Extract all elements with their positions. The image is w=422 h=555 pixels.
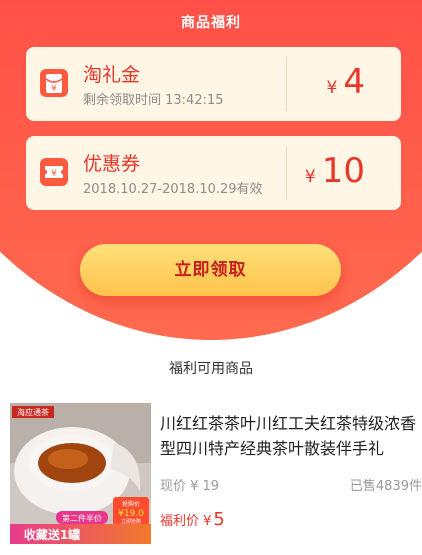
claim-button[interactable]: 立即领取 <box>80 244 341 296</box>
current-price: 现价 ¥ 19 <box>160 479 220 494</box>
coupon-page: 商品福利 ¥ 淘礼金 剩余领取时间 13:42:15 ¥4 ¥ 优惠券 2018… <box>0 0 422 555</box>
card-divider <box>286 57 287 111</box>
coupon-card[interactable]: ¥ 优惠券 2018.10.27-2018.10.29有效 ¥10 <box>26 136 401 210</box>
ticket-icon: ¥ <box>40 158 68 186</box>
amount-value: 10 <box>321 151 365 191</box>
red-envelope-icon: ¥ <box>40 69 68 97</box>
card-divider <box>286 146 287 200</box>
thumb-promo-price: ¥19.0 <box>118 509 144 519</box>
sold-count: 已售4839件 <box>349 479 422 494</box>
thumb-promo-tag: 抢购价 <box>122 500 140 508</box>
card-validity: 2018.10.27-2018.10.29有效 <box>83 182 263 197</box>
welfare-price: 福利价 ¥5 <box>160 509 225 530</box>
svg-text:¥: ¥ <box>51 169 57 179</box>
card-countdown: 剩余领取时间 13:42:15 <box>83 93 224 108</box>
section-title: 福利可用商品 <box>169 361 253 377</box>
card-amount: ¥10 <box>305 152 365 190</box>
amount-value: 4 <box>343 62 365 102</box>
product-name[interactable]: 川红红茶茶叶川红工夫红茶特级浓香型四川特产经典茶叶散装伴手礼 <box>160 411 422 461</box>
currency-symbol: ¥ <box>326 78 338 98</box>
card-name: 优惠券 <box>83 153 141 175</box>
hero-panel: 商品福利 ¥ 淘礼金 剩余领取时间 13:42:15 ¥4 ¥ 优惠券 2018… <box>0 0 422 340</box>
page-title: 商品福利 <box>181 15 241 31</box>
welfare-price-label: 福利价 ¥ <box>160 514 212 529</box>
tao-gift-card[interactable]: ¥ 淘礼金 剩余领取时间 13:42:15 ¥4 <box>26 47 401 121</box>
card-amount: ¥4 <box>327 63 365 101</box>
thumb-logo: 海应通茶 <box>17 407 49 417</box>
thumb-banner-text: 收藏送1罐 <box>24 527 80 542</box>
currency-symbol: ¥ <box>304 167 316 187</box>
svg-text:¥: ¥ <box>51 84 57 94</box>
thumb-banner-tag: 第二件半价 <box>62 513 102 523</box>
thumb-promo-cta: 立即抢购 <box>121 518 141 525</box>
welfare-price-value: 5 <box>213 509 225 530</box>
product-image[interactable]: 海应通茶 抢购价 ¥19.0 立即抢购 第二件半价 收藏送1罐 <box>10 403 151 544</box>
product-item[interactable]: 海应通茶 抢购价 ¥19.0 立即抢购 第二件半价 收藏送1罐 川红红茶茶叶川红… <box>10 403 422 548</box>
card-name: 淘礼金 <box>83 64 141 86</box>
